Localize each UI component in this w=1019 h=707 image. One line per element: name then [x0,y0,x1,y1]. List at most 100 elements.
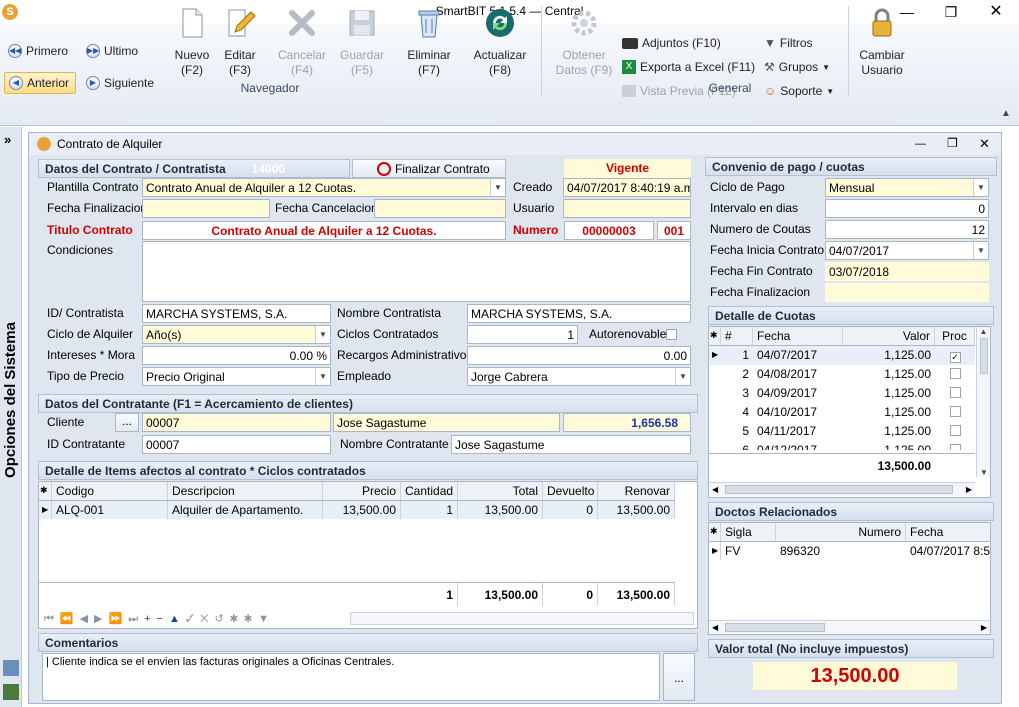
finalize-contract-button[interactable]: Finalizar Contrato [352,159,506,178]
refresh-button[interactable]: Actualizar (F8) [470,6,530,78]
scroll-thumb[interactable] [725,485,953,494]
tool-icon[interactable] [3,660,19,676]
col-total[interactable]: Total [458,482,543,500]
new-button[interactable]: Nuevo (F2) [170,6,214,78]
maximize-button[interactable]: ❐ [936,2,966,22]
proc-checkbox[interactable]: ✓ [949,352,961,363]
prev-button[interactable]: ◀ Anterior [4,72,76,94]
table-row[interactable]: 3 04/09/2017 1,125.00 [709,384,975,403]
table-row[interactable]: 5 04/11/2017 1,125.00 [709,422,975,441]
groups-button[interactable]: ⚒ Grupos ▼ [764,60,830,74]
contracting-id-field[interactable]: 00007 [142,435,331,454]
col-precio[interactable]: Precio [323,482,401,500]
autorenew-checkbox[interactable] [666,329,677,340]
price-type-select[interactable]: Precio Original ▼ [142,367,331,386]
scroll-thumb[interactable] [725,623,825,632]
col-devuelto[interactable]: Devuelto [543,482,598,500]
cancel-date-field[interactable] [374,199,506,218]
expand-side-icon[interactable]: » [4,132,11,147]
get-data-button[interactable]: Obtener Datos (F9) [553,6,615,78]
row-pointer-icon: ▶ [39,501,52,519]
system-options-label[interactable]: Opciones del Sistema [2,310,22,490]
first-button[interactable]: ◀◀ Primero [8,44,68,58]
employee-select[interactable]: Jorge Cabrera ▼ [467,367,691,386]
proc-checkbox[interactable] [949,387,961,398]
comments-more-button[interactable]: ... [663,653,695,701]
grid-options-icon[interactable]: ✱ [709,523,721,541]
proc-checkbox[interactable] [949,444,961,450]
grid-navigator[interactable]: ⏮⏪◀▶⏩⏭+−▲✓✕↺✱✱▼ [44,612,275,626]
chevron-left-icon[interactable]: ◀ [712,623,718,632]
col-renovar[interactable]: Renovar [598,482,675,500]
client-id-field[interactable]: 00007 [142,413,331,432]
end-date-field[interactable] [142,199,270,218]
chevron-up-icon[interactable]: ▲ [977,327,990,336]
items-horizontal-scrollbar[interactable] [350,612,694,625]
interest-field[interactable]: 0.00 % [142,346,331,365]
save-button[interactable]: Guardar (F5) [338,6,386,78]
conditions-textarea[interactable] [142,241,691,302]
contractor-name-field[interactable]: MARCHA SYSTEMS, S.A. [467,304,691,323]
installments-field[interactable]: 12 [825,220,989,239]
proc-checkbox[interactable] [949,406,961,417]
installments-vertical-scrollbar[interactable]: ▲ ▼ [976,327,990,477]
table-row[interactable]: ▶ ALQ-001 Alquiler de Apartamento. 13,50… [39,501,675,519]
comments-textarea[interactable]: | Cliente indica se el envien las factur… [42,653,660,701]
start-date-select[interactable]: 04/07/2017 ▼ [825,241,989,260]
desktop-icon[interactable] [3,684,19,700]
chevron-right-icon[interactable]: ▶ [966,485,972,494]
template-select[interactable]: Contrato Anual de Alquiler a 12 Cuotas. ▼ [142,178,506,197]
chevron-down-icon[interactable]: ▼ [973,179,988,196]
proc-checkbox[interactable] [949,368,961,379]
interval-field[interactable]: 0 [825,199,989,218]
rent-cycle-select[interactable]: Año(s) ▼ [142,325,331,344]
last-button[interactable]: ▶▶ Ultimo [86,44,138,58]
chevron-down-icon[interactable]: ▼ [675,368,690,385]
surcharge-field[interactable]: 0.00 [467,346,691,365]
installments-grid-header: ✱ # Fecha Valor Proc [709,327,975,346]
attachments-button[interactable]: Adjuntos (F10) [622,36,721,50]
proc-checkbox[interactable] [949,425,961,436]
table-row[interactable]: ▶ FV 896320 04/07/2017 8:58 [709,542,990,560]
title-field[interactable]: Contrato Anual de Alquiler a 12 Cuotas. [142,221,506,240]
change-user-button[interactable]: Cambiar Usuario [856,6,908,78]
cancel-button[interactable]: Cancelar (F4) [276,6,328,78]
client-lookup-button[interactable]: ... [115,413,139,432]
contracting-name-field[interactable]: Jose Sagastume [451,435,691,454]
scroll-thumb[interactable] [979,338,988,374]
filters-button[interactable]: ▼ Filtros [764,36,813,50]
col-cantidad[interactable]: Cantidad [401,482,458,500]
close-button[interactable]: ✕ [981,2,1011,22]
table-row[interactable]: 2 04/08/2017 1,125.00 [709,365,975,384]
ribbon-separator [848,6,849,96]
table-row[interactable]: 6 04/12/2017 1,125.00 [709,441,975,450]
delete-button[interactable]: Eliminar (F7) [404,6,454,78]
chevron-down-icon[interactable]: ▼ [973,242,988,259]
panel-restore-button[interactable]: ❐ [947,136,958,150]
col-codigo[interactable]: Codigo [52,482,168,500]
installments-horizontal-scrollbar[interactable]: ◀ ▶ [709,482,975,496]
chevron-down-icon[interactable]: ▼ [977,468,991,477]
chevron-down-icon[interactable]: ▼ [315,326,330,343]
contractor-id-field[interactable]: MARCHA SYSTEMS, S.A. [142,304,331,323]
edit-button[interactable]: Editar (F3) [218,6,262,78]
chevron-right-icon[interactable]: ▶ [981,623,987,632]
ribbon-separator [541,6,542,96]
col-descripcion[interactable]: Descripcion [168,482,323,500]
next-button[interactable]: ▶ Siguiente [86,76,154,90]
chevron-down-icon[interactable]: ▼ [490,179,505,196]
excel-export-button[interactable]: X Exporta a Excel (F11) [622,60,755,74]
cycles-field[interactable]: 1 [467,325,578,344]
chevron-left-icon[interactable]: ◀ [712,485,718,494]
grid-options-icon[interactable]: ✱ [709,327,721,345]
chevron-down-icon[interactable]: ▼ [315,368,330,385]
groups-icon: ⚒ [764,60,775,74]
grid-options-icon[interactable]: ✱ [39,482,52,500]
panel-close-button[interactable]: ✕ [979,136,990,152]
collapse-ribbon-icon[interactable]: ▲ [1001,108,1011,119]
docs-horizontal-scrollbar[interactable]: ◀ ▶ [709,620,990,634]
payment-cycle-select[interactable]: Mensual ▼ [825,178,989,197]
table-row[interactable]: 4 04/10/2017 1,125.00 [709,403,975,422]
panel-minimize-button[interactable]: — [915,138,926,150]
table-row[interactable]: ▶ 1 04/07/2017 1,125.00 ✓ [709,346,975,365]
